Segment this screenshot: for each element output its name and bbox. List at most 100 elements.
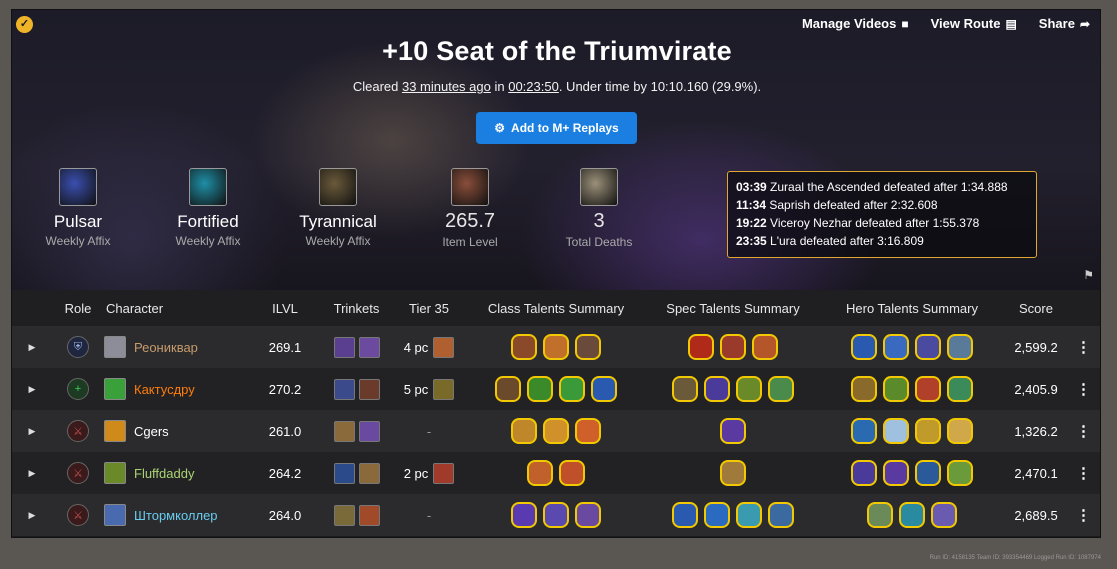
talent-icon[interactable]: [915, 460, 941, 486]
talent-icon[interactable]: [931, 502, 957, 528]
talent-icon[interactable]: [575, 334, 601, 360]
talent-icon[interactable]: [527, 460, 553, 486]
tier-set-icon[interactable]: [433, 462, 455, 484]
talent-icon[interactable]: [915, 376, 941, 402]
table-row[interactable]: ▶ ⚔ Cgers 261.0 - 1,326.2 ⋮: [12, 410, 1100, 452]
trinkets-cell: [318, 336, 395, 358]
talent-icon[interactable]: [851, 418, 877, 444]
more-options-icon[interactable]: ⋮: [1065, 380, 1100, 398]
talent-icon[interactable]: [851, 460, 877, 486]
report-flag-icon[interactable]: ⚑: [1083, 268, 1094, 282]
talent-icon[interactable]: [575, 502, 601, 528]
talent-icon[interactable]: [752, 334, 778, 360]
talent-icon[interactable]: [899, 502, 925, 528]
add-to-replays-button[interactable]: ⚙ Add to M+ Replays: [476, 112, 637, 144]
talent-icon[interactable]: [947, 334, 973, 360]
talent-icon[interactable]: [495, 376, 521, 402]
trinket-icon[interactable]: [333, 462, 355, 484]
talent-icon[interactable]: [511, 418, 537, 444]
talent-icon[interactable]: [688, 334, 714, 360]
talent-icon[interactable]: [915, 334, 941, 360]
trinket-icon[interactable]: [358, 378, 380, 400]
trinket-icon[interactable]: [333, 378, 355, 400]
talent-icon[interactable]: [851, 376, 877, 402]
character-name-link[interactable]: Реониквар: [134, 340, 198, 355]
talent-icon[interactable]: [851, 334, 877, 360]
ilvl-column-header: ILVL: [272, 300, 298, 316]
talent-icon[interactable]: [511, 502, 537, 528]
talent-icon[interactable]: [720, 460, 746, 486]
talent-icon[interactable]: [591, 376, 617, 402]
share-button[interactable]: Share ➦: [1039, 16, 1090, 31]
talent-icon[interactable]: [575, 418, 601, 444]
talent-icon[interactable]: [867, 502, 893, 528]
expand-row-toggle[interactable]: ▶: [12, 342, 52, 353]
table-row[interactable]: ▶ + Кактусдру 270.2 5 pc 2,405.9 ⋮: [12, 368, 1100, 410]
talent-icon[interactable]: [672, 502, 698, 528]
tier-set-icon[interactable]: [433, 378, 455, 400]
cleared-summary: Cleared 33 minutes ago in 00:23:50. Unde…: [12, 79, 1100, 94]
share-label: Share: [1038, 16, 1075, 31]
trinket-icon[interactable]: [358, 336, 380, 358]
character-name-link[interactable]: Cgers: [134, 424, 169, 439]
talent-icon[interactable]: [883, 334, 909, 360]
talent-icon[interactable]: [915, 418, 941, 444]
talent-icon[interactable]: [720, 334, 746, 360]
talent-icon[interactable]: [883, 460, 909, 486]
talent-icon[interactable]: [559, 376, 585, 402]
table-row[interactable]: ▶ ⚔ Штормколлер 264.0 - 2,689.5 ⋮: [12, 494, 1100, 536]
more-options-icon[interactable]: ⋮: [1065, 506, 1100, 524]
add-to-replays-label: Add to M+ Replays: [511, 121, 619, 135]
character-name-link[interactable]: Штормколлер: [134, 508, 218, 523]
role-cell: ⛨: [52, 336, 104, 358]
character-name-link[interactable]: Кактусдру: [134, 382, 195, 397]
boss-kill-text: Zuraal the Ascended defeated after 1:34.…: [770, 180, 1008, 194]
class-talents-cell: [463, 460, 649, 486]
talent-icon[interactable]: [768, 376, 794, 402]
talent-icon[interactable]: [736, 376, 762, 402]
trinket-icon[interactable]: [333, 420, 355, 442]
expand-row-toggle[interactable]: ▶: [12, 468, 52, 479]
run-details-panel: ✓ Manage Videos ■ View Route ▤ Share ➦ +…: [11, 9, 1101, 538]
talent-icon[interactable]: [511, 334, 537, 360]
tier-set-icon[interactable]: [433, 336, 455, 358]
more-options-icon[interactable]: ⋮: [1065, 338, 1100, 356]
table-row[interactable]: ▶ ⛨ Реониквар 269.1 4 pc 2,599.2 ⋮: [12, 326, 1100, 368]
role-cell: ⚔: [52, 462, 104, 484]
talent-icon[interactable]: [704, 376, 730, 402]
talent-icon[interactable]: [947, 418, 973, 444]
expand-row-toggle[interactable]: ▶: [12, 510, 52, 521]
talent-icon[interactable]: [543, 334, 569, 360]
expand-row-toggle[interactable]: ▶: [12, 384, 52, 395]
hero-talents-cell: [817, 418, 1007, 444]
cleared-ago-link[interactable]: 33 minutes ago: [402, 79, 491, 94]
footer-run-ids: Run ID: 4158135 Team ID: 393354469 Logge…: [929, 555, 1101, 561]
trinket-icon[interactable]: [358, 504, 380, 526]
talent-icon[interactable]: [947, 460, 973, 486]
character-name-link[interactable]: Fluffdaddy: [134, 466, 194, 481]
talent-icon[interactable]: [704, 502, 730, 528]
talent-icon[interactable]: [527, 376, 553, 402]
view-route-button[interactable]: View Route ▤: [931, 16, 1017, 31]
talent-icon[interactable]: [543, 418, 569, 444]
talent-icon[interactable]: [883, 376, 909, 402]
more-options-icon[interactable]: ⋮: [1065, 464, 1100, 482]
expand-row-toggle[interactable]: ▶: [12, 426, 52, 437]
more-options-icon[interactable]: ⋮: [1065, 422, 1100, 440]
tier-cell: -: [395, 508, 463, 523]
trinket-icon[interactable]: [358, 420, 380, 442]
talent-icon[interactable]: [947, 376, 973, 402]
talent-icon[interactable]: [883, 418, 909, 444]
trinket-icon[interactable]: [333, 336, 355, 358]
manage-videos-button[interactable]: Manage Videos ■: [802, 16, 909, 31]
talent-icon[interactable]: [672, 376, 698, 402]
talent-icon[interactable]: [768, 502, 794, 528]
table-row[interactable]: ▶ ⚔ Fluffdaddy 264.2 2 pc 2,470.1 ⋮: [12, 452, 1100, 494]
talent-icon[interactable]: [720, 418, 746, 444]
talent-icon[interactable]: [559, 460, 585, 486]
talent-icon[interactable]: [736, 502, 762, 528]
trinket-icon[interactable]: [333, 504, 355, 526]
talent-icon[interactable]: [543, 502, 569, 528]
cleared-time-link[interactable]: 00:23:50: [508, 79, 559, 94]
trinket-icon[interactable]: [358, 462, 380, 484]
